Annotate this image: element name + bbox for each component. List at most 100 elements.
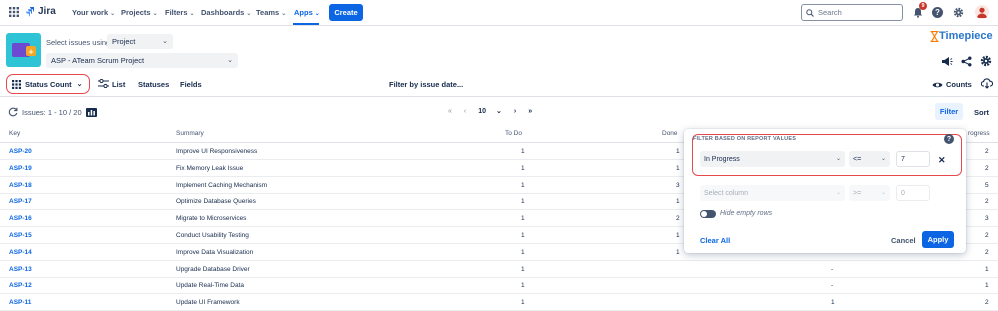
chevron-down-icon: ⌄	[152, 11, 158, 17]
filter-value: 7	[901, 155, 905, 163]
filter-button[interactable]: Filter	[935, 103, 963, 120]
cell-inprog: 2	[985, 164, 989, 172]
table-row[interactable]: ASP-11 Update UI Framework 1 1 2	[0, 294, 998, 311]
cell-todo: 1	[521, 248, 525, 256]
cell-key[interactable]: ASP-15	[9, 232, 32, 239]
filter-operator-select-empty[interactable]: >= ⌄	[849, 185, 890, 201]
tab-list[interactable]: List	[112, 80, 125, 89]
filter-panel-title: FILTER BASED ON REPORT VALUES	[693, 136, 797, 142]
chevron-down-icon: ⌄	[880, 190, 886, 196]
filter-value-input[interactable]: 7	[896, 151, 930, 167]
filter-column-select[interactable]: In Progress ⌄	[700, 151, 845, 167]
tab-statuses[interactable]: Statuses	[138, 80, 169, 89]
chevron-down-icon: ⌄	[189, 11, 195, 17]
issues-count-label: Issues: 1 - 10 / 20	[22, 107, 82, 117]
cell-key[interactable]: ASP-17	[9, 198, 32, 205]
cell-summary: Implement Caching Mechanism	[176, 181, 268, 189]
cancel-button[interactable]: Cancel	[891, 236, 916, 245]
cell-key[interactable]: ASP-18	[9, 182, 32, 189]
apply-button[interactable]: Apply	[922, 231, 954, 248]
select-mode-dropdown[interactable]: Project ⌄	[107, 34, 173, 49]
help-icon[interactable]: ?	[932, 7, 943, 18]
sort-button[interactable]: Sort	[974, 108, 989, 117]
filter-value-input-empty[interactable]: 0	[896, 185, 930, 201]
chevron-down-icon: ⌄	[162, 38, 168, 45]
megaphone-icon[interactable]	[941, 56, 953, 69]
cell-key[interactable]: ASP-20	[9, 148, 32, 155]
cell-summary: Improve Data Visualization	[176, 248, 254, 256]
project-dropdown[interactable]: ASP - ATeam Scrum Project ⌄	[46, 53, 238, 68]
counts-button[interactable]: Counts	[932, 80, 972, 89]
column-header-done[interactable]: Done	[662, 130, 678, 137]
cell-key[interactable]: ASP-14	[9, 249, 32, 256]
cloud-download-icon[interactable]	[980, 78, 994, 91]
settings-gear-icon[interactable]	[980, 55, 992, 69]
hide-empty-rows-toggle[interactable]	[700, 210, 716, 218]
filter-panel: FILTER BASED ON REPORT VALUES ? In Progr…	[684, 129, 966, 253]
table-row[interactable]: ASP-13 Upgrade Database Driver 1 - 1	[0, 261, 998, 278]
cell-mid: -	[831, 282, 834, 290]
cell-inprog: 5	[985, 181, 989, 189]
nav-dashboards[interactable]: Dashboards ⌄	[201, 8, 251, 17]
chevron-down-icon: ⌄	[281, 11, 287, 17]
cell-todo: 1	[521, 282, 525, 290]
nav-filters[interactable]: Filters ⌄	[165, 8, 195, 17]
cell-todo: 1	[521, 265, 525, 273]
cell-summary: Fix Memory Leak Issue	[176, 164, 244, 172]
chevron-down-icon: ⌄	[246, 11, 252, 17]
bar-chart-icon[interactable]	[85, 107, 97, 117]
column-header-todo[interactable]: To Do	[505, 130, 522, 137]
column-header-in-progress[interactable]: rogress	[968, 130, 990, 137]
cell-todo: 1	[521, 299, 525, 307]
last-page-icon[interactable]: »	[528, 108, 532, 115]
cell-key[interactable]: ASP-12	[9, 282, 32, 289]
refresh-icon[interactable]	[8, 107, 18, 117]
cell-inprog: 2	[985, 299, 989, 307]
cell-todo: 1	[521, 164, 525, 172]
cell-key[interactable]: ASP-19	[9, 165, 32, 172]
filter-operator-value: <=	[853, 155, 862, 163]
report-icon: +	[12, 43, 36, 57]
nav-apps[interactable]: Apps ⌄	[294, 8, 320, 17]
cell-key[interactable]: ASP-11	[9, 299, 31, 306]
create-button[interactable]: Create	[329, 4, 363, 21]
nav-your-work[interactable]: Your work ⌄	[72, 8, 115, 17]
timepiece-logo: Timepiece	[930, 30, 993, 42]
cell-summary: Update Real-Time Data	[176, 282, 245, 290]
cell-key[interactable]: ASP-13	[9, 266, 32, 273]
search-input[interactable]: Search	[801, 4, 903, 21]
clear-all-button[interactable]: Clear All	[700, 236, 730, 245]
page-size-select[interactable]: 10	[478, 108, 486, 115]
filter-by-issue-date[interactable]: Filter by issue date...	[389, 80, 463, 89]
cell-summary: Migrate to Microservices	[176, 215, 247, 223]
cell-done: 2	[676, 215, 680, 223]
cell-key[interactable]: ASP-16	[9, 215, 32, 222]
next-page-icon[interactable]: ›	[514, 108, 516, 115]
cell-summary: Conduct Usability Testing	[176, 232, 249, 239]
tab-fields[interactable]: Fields	[180, 80, 202, 89]
chevron-down-icon: ⌄	[227, 57, 233, 64]
nav-teams[interactable]: Teams ⌄	[256, 8, 286, 17]
column-header-summary[interactable]: Summary	[176, 130, 204, 137]
user-avatar[interactable]	[975, 5, 989, 19]
settings-gear-icon[interactable]	[953, 7, 964, 20]
share-icon[interactable]	[961, 56, 972, 69]
nav-projects[interactable]: Projects ⌄	[121, 8, 158, 17]
cell-mid: -	[831, 265, 834, 273]
status-count-dropdown[interactable]: Status Count ⌄	[6, 74, 90, 94]
hourglass-icon	[930, 30, 939, 42]
remove-filter-icon[interactable]: ✕	[938, 155, 946, 166]
table-row[interactable]: ASP-12 Update Real-Time Data 1 - 1	[0, 277, 998, 295]
cell-summary: Update UI Framework	[176, 299, 240, 307]
help-icon[interactable]: ?	[944, 134, 954, 144]
first-page-icon[interactable]: «	[448, 108, 452, 115]
jira-logo[interactable]: Jira	[26, 6, 56, 17]
chevron-down-icon[interactable]: ⌄	[496, 107, 502, 115]
nav-your-work-label: Your work	[72, 8, 109, 17]
previous-page-icon[interactable]: ‹	[464, 108, 466, 115]
filter-column-select-empty[interactable]: Select column ⌄	[700, 185, 845, 201]
column-header-key[interactable]: Key	[9, 130, 20, 137]
filter-operator-select[interactable]: <= ⌄	[849, 151, 890, 167]
app-switcher-icon[interactable]	[9, 7, 19, 19]
cell-todo: 1	[521, 198, 525, 206]
